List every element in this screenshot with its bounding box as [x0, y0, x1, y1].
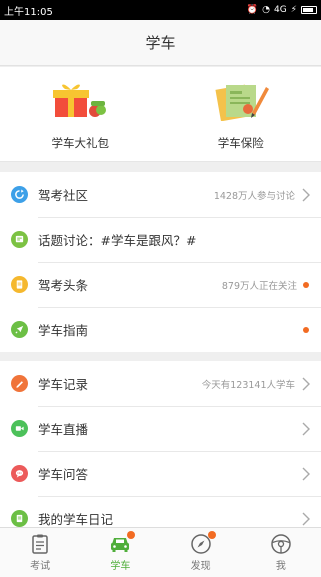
battery-icon	[301, 6, 317, 14]
list-learning: 学车记录 今天有123141人学车 学车直播 学车问答 我的学车日记	[0, 361, 321, 541]
steering-wheel-icon	[271, 534, 291, 554]
list-item-headlines[interactable]: 驾考头条 879万人正在关注	[0, 262, 321, 307]
topic-icon	[11, 231, 28, 248]
list-item-label: 学车问答	[38, 467, 89, 482]
tab-badge	[127, 531, 136, 539]
list-item-meta: 1428万人参与讨论	[213, 190, 295, 202]
tab-label: 学车	[110, 561, 131, 572]
list-item-meta: 今天有123141人学车	[201, 379, 295, 391]
tab-discover[interactable]: 发现	[161, 528, 241, 577]
bottom-tab-bar: 考试 学车 发现 我	[0, 527, 321, 577]
promo-panel: 学车大礼包 学车保险	[0, 67, 321, 162]
diary-icon	[11, 510, 28, 527]
list-item-community[interactable]: 驾考社区 1428万人参与讨论	[0, 172, 321, 217]
pencil-icon	[11, 375, 28, 392]
clipboard-icon	[32, 534, 48, 554]
chevron-right-icon	[302, 422, 310, 435]
list-item-meta: 879万人正在关注	[221, 280, 297, 292]
chevron-right-icon	[302, 377, 310, 390]
wifi-icon: ◔	[262, 4, 270, 15]
chat-icon	[11, 465, 28, 482]
list-item-topic[interactable]: 话题讨论：#学车是跟风？#	[0, 217, 321, 262]
list-item-live[interactable]: 学车直播	[0, 406, 321, 451]
promo-insurance-label: 学车保险	[217, 136, 264, 150]
list-item-label: 驾考社区	[38, 188, 89, 203]
tab-label: 发现	[190, 561, 211, 572]
list-item-records[interactable]: 学车记录 今天有123141人学车	[0, 361, 321, 406]
list-item-guide[interactable]: 学车指南	[0, 307, 321, 352]
list-item-label: 学车指南	[38, 323, 89, 338]
chevron-right-icon	[302, 467, 310, 480]
new-indicator-dot	[303, 326, 309, 333]
document-icon	[11, 276, 28, 293]
alarm-icon: ⏰	[246, 4, 259, 15]
list-item-label: 驾考头条	[38, 278, 89, 293]
promo-gift-pack[interactable]: 学车大礼包	[0, 67, 161, 161]
tab-learn-driving[interactable]: 学车	[80, 528, 160, 577]
list-item-label: 学车记录	[38, 377, 89, 392]
video-icon	[11, 420, 28, 437]
promo-insurance[interactable]: 学车保险	[161, 67, 321, 161]
tab-label: 我	[275, 561, 286, 572]
tab-badge	[207, 531, 216, 539]
new-indicator-dot	[303, 281, 309, 288]
page-title: 学车	[145, 34, 176, 52]
insurance-document-icon	[215, 84, 269, 121]
charging-icon: ⚡	[290, 4, 297, 15]
list-item-qa[interactable]: 学车问答	[0, 451, 321, 496]
tab-me[interactable]: 我	[241, 528, 321, 577]
list-item-label: 话题讨论：#学车是跟风？#	[38, 233, 197, 248]
list-item-label: 我的学车日记	[38, 512, 114, 527]
refresh-icon	[11, 186, 28, 203]
list-community: 驾考社区 1428万人参与讨论 话题讨论：#学车是跟风？# 驾考头条 879万人…	[0, 172, 321, 352]
list-item-label: 学车直播	[38, 422, 89, 437]
status-time: 上午11:05	[4, 6, 53, 18]
app-header: 学车	[0, 20, 321, 66]
gift-icon	[53, 84, 107, 117]
tab-exam[interactable]: 考试	[0, 528, 80, 577]
promo-gift-label: 学车大礼包	[51, 136, 110, 150]
network-label: 4G	[273, 4, 287, 15]
chevron-right-icon	[302, 188, 310, 201]
chevron-right-icon	[302, 512, 310, 525]
status-bar: 上午11:05 ⏰ ◔ 4G ⚡	[0, 0, 321, 20]
tab-label: 考试	[30, 561, 51, 572]
rocket-icon	[11, 321, 28, 338]
